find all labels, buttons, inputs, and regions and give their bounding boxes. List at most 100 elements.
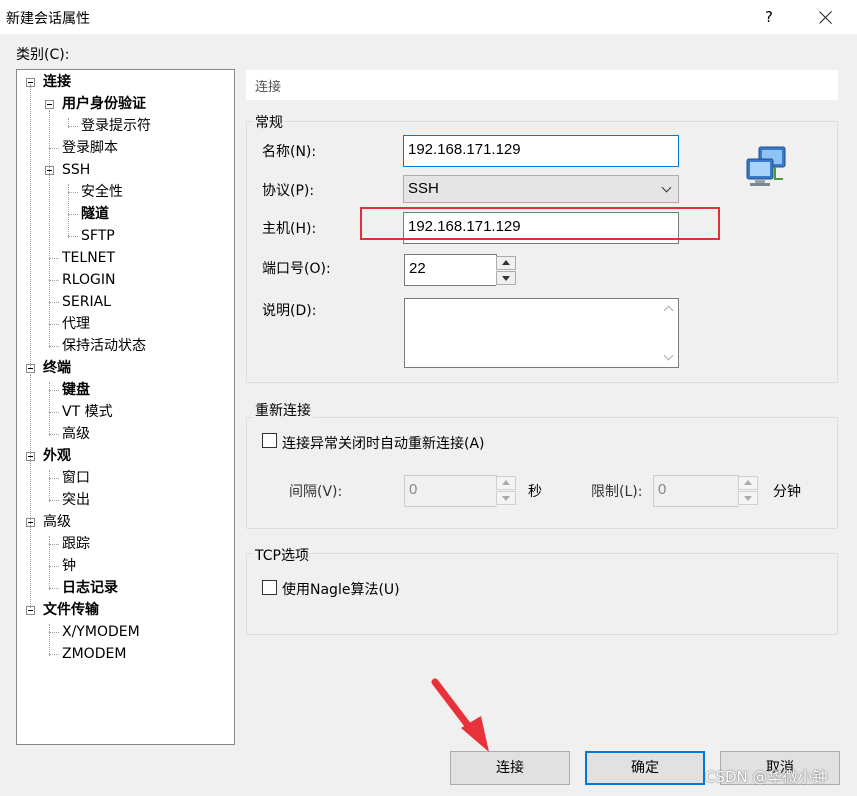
title-bar: 新建会话属性 ? xyxy=(0,0,857,34)
limit-unit: 分钟 xyxy=(773,484,801,500)
port-up-icon[interactable] xyxy=(496,256,516,270)
tree-item[interactable]: 登录提示符 xyxy=(81,116,151,136)
close-icon[interactable] xyxy=(806,0,846,34)
category-tree[interactable]: 连接 用户身份验证 登录提示符 登录脚本 SSH 安全性 隧道 SFTP TELNET RLOGI… xyxy=(16,69,235,745)
tree-connector xyxy=(49,500,59,501)
network-computers-icon xyxy=(746,146,786,186)
interval-unit: 秒 xyxy=(528,484,542,500)
chevron-down-icon xyxy=(661,182,672,193)
tcp-group-title: TCP选项 xyxy=(253,545,311,565)
protocol-label: 协议(P): xyxy=(262,183,315,199)
tree-item[interactable]: 高级 xyxy=(43,512,71,532)
tree-item[interactable]: 日志记录 xyxy=(62,578,118,598)
tree-connector xyxy=(68,118,69,128)
interval-down-icon[interactable] xyxy=(496,491,516,505)
general-group-title: 常规 xyxy=(253,112,285,132)
name-label: 名称(N): xyxy=(262,144,317,160)
description-scrollbar[interactable] xyxy=(661,299,678,367)
tree-item[interactable]: 隧道 xyxy=(81,204,109,224)
description-textarea[interactable] xyxy=(404,298,679,368)
tree-item[interactable]: RLOGIN xyxy=(62,270,116,290)
tree-connector xyxy=(68,236,78,237)
reconnect-group-title: 重新连接 xyxy=(253,400,313,420)
name-input[interactable]: 192.168.171.129 xyxy=(403,135,679,167)
tree-connector xyxy=(49,654,59,655)
tree-item[interactable]: 用户身份验证 xyxy=(62,94,146,114)
tree-connector xyxy=(49,588,59,589)
panel-header: 连接 xyxy=(246,70,838,100)
tree-item[interactable]: SSH xyxy=(62,160,90,180)
limit-label: 限制(L): xyxy=(591,484,643,500)
tree-connector xyxy=(68,184,69,238)
tree-connector xyxy=(49,258,59,259)
tree-item[interactable]: X/YMODEM xyxy=(62,622,140,642)
tree-connector xyxy=(49,280,59,281)
description-label: 说明(D): xyxy=(262,303,317,319)
collapse-icon[interactable] xyxy=(45,100,54,109)
tree-item[interactable]: SFTP xyxy=(81,226,115,246)
panel-header-title: 连接 xyxy=(255,80,282,95)
tree-item[interactable]: 外观 xyxy=(43,446,71,466)
watermark: CSDN @华微小钟 xyxy=(705,768,828,786)
tree-connector xyxy=(49,566,59,567)
tree-item[interactable]: 终端 xyxy=(43,358,71,378)
port-input[interactable]: 22 xyxy=(404,254,497,286)
tree-connector xyxy=(49,544,59,545)
tree-connector xyxy=(49,148,59,149)
limit-down-icon[interactable] xyxy=(738,491,758,505)
tree-item[interactable]: 登录脚本 xyxy=(62,138,118,158)
tree-connector xyxy=(49,324,59,325)
limit-stepper[interactable] xyxy=(738,476,758,506)
tree-item[interactable]: 高级 xyxy=(62,424,90,444)
tree-connector xyxy=(68,214,78,215)
scroll-down-icon[interactable] xyxy=(663,350,674,361)
port-down-icon[interactable] xyxy=(496,271,516,285)
auto-reconnect-checkbox[interactable] xyxy=(262,433,277,448)
tree-item[interactable]: 突出 xyxy=(62,490,90,510)
nagle-label: 使用Nagle算法(U) xyxy=(282,582,400,598)
tree-connector xyxy=(49,302,59,303)
tree-connector xyxy=(49,382,50,436)
tree-connector xyxy=(68,126,78,127)
tree-item[interactable]: 键盘 xyxy=(62,380,90,400)
limit-up-icon[interactable] xyxy=(738,476,758,490)
interval-up-icon[interactable] xyxy=(496,476,516,490)
protocol-select-value: SSH xyxy=(408,180,439,197)
tree-item[interactable]: 保持活动状态 xyxy=(62,336,146,356)
tree-item[interactable]: ZMODEM xyxy=(62,644,126,664)
tree-item[interactable]: 钟 xyxy=(62,556,76,576)
auto-reconnect-label: 连接异常关闭时自动重新连接(A) xyxy=(282,436,485,452)
tree-item[interactable]: TELNET xyxy=(62,248,115,268)
red-arrow xyxy=(431,678,489,752)
tree-connector xyxy=(49,470,50,502)
tree-item[interactable]: 代理 xyxy=(62,314,90,334)
tree-connector xyxy=(49,110,50,348)
tree-item[interactable]: 窗口 xyxy=(62,468,90,488)
tree-connector xyxy=(49,412,59,413)
tree-connector xyxy=(68,192,78,193)
tree-connector xyxy=(49,624,50,656)
interval-label: 间隔(V): xyxy=(289,484,343,500)
window-title: 新建会话属性 xyxy=(6,11,90,27)
interval-stepper[interactable] xyxy=(496,476,516,506)
category-label: 类别(C): xyxy=(16,47,70,63)
tree-item[interactable]: 文件传输 xyxy=(43,600,99,620)
nagle-checkbox[interactable] xyxy=(262,580,277,595)
tree-item[interactable]: VT 模式 xyxy=(62,402,113,422)
tree-connector xyxy=(49,632,59,633)
limit-input[interactable]: 0 xyxy=(653,475,739,507)
tree-item[interactable]: SERIAL xyxy=(62,292,111,312)
help-button[interactable]: ? xyxy=(752,0,786,34)
tree-connector xyxy=(49,346,59,347)
tree-connector xyxy=(49,536,50,590)
tree-connector xyxy=(49,390,59,391)
tree-item[interactable]: 连接 xyxy=(43,72,71,92)
scroll-up-icon[interactable] xyxy=(663,305,674,316)
tree-item[interactable]: 跟踪 xyxy=(62,534,90,554)
ok-button[interactable]: 确定 xyxy=(585,751,705,785)
port-stepper[interactable] xyxy=(496,256,516,286)
tree-item[interactable]: 安全性 xyxy=(81,182,123,202)
tree-connector xyxy=(49,434,59,435)
interval-input[interactable]: 0 xyxy=(404,475,497,507)
protocol-select[interactable]: SSH xyxy=(403,175,679,203)
